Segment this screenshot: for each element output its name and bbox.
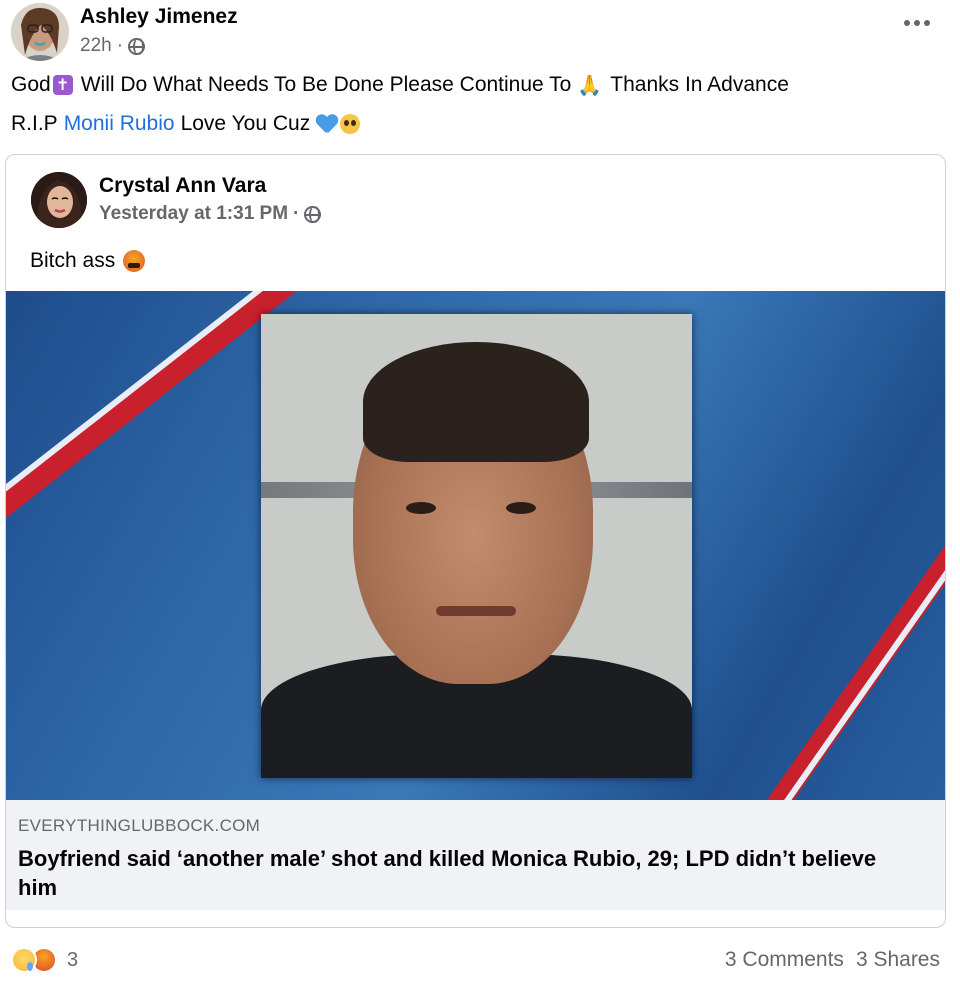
shared-post-card[interactable]: Crystal Ann Vara Yesterday at 1:31 PM · … (5, 154, 946, 928)
shared-author-avatar[interactable] (31, 172, 87, 228)
globe-icon (128, 37, 146, 55)
pray-emoji-icon: 🙏 (577, 73, 603, 97)
right-eye (506, 502, 536, 514)
post-meta: 22h · (80, 35, 146, 57)
more-horizontal-icon (904, 20, 910, 26)
author-name[interactable]: Ashley Jimenez (80, 5, 238, 29)
comments-count-link[interactable]: 3 Comments (725, 948, 844, 972)
mouth (436, 606, 516, 616)
reaction-count: 3 (67, 948, 79, 971)
link-preview-image[interactable]: i (6, 291, 945, 800)
reactions-summary[interactable]: 3 (11, 947, 78, 973)
shared-post-meta: Yesterday at 1:31 PM · (99, 203, 322, 225)
cross-emoji-icon: ✝ (52, 75, 73, 95)
author-avatar[interactable] (11, 3, 69, 61)
shared-author-name[interactable]: Crystal Ann Vara (99, 174, 266, 198)
mugshot-photo (261, 314, 692, 778)
tagged-person-link[interactable]: Monii Rubio (64, 112, 175, 136)
decorative-red-stripe-right (681, 348, 945, 800)
shared-post-time[interactable]: Yesterday at 1:31 PM (99, 203, 288, 225)
link-preview-footer[interactable]: EVERYTHINGLUBBOCK.COM Boyfriend said ‘an… (6, 800, 945, 910)
post-text-middle: Will Do What Needs To Be Done Please Con… (80, 73, 572, 96)
link-preview-title[interactable]: Boyfriend said ‘another male’ shot and k… (18, 844, 918, 902)
shared-post-text: Bitch ass (30, 249, 116, 272)
meta-separator: · (116, 35, 124, 56)
post-text-love: Love You Cuz (180, 112, 311, 135)
more-options-button[interactable] (904, 20, 930, 26)
pleading-face-emoji-icon (340, 114, 361, 134)
post-text-god: God (11, 73, 51, 96)
post-time[interactable]: 22h (80, 35, 112, 57)
shared-meta-separator: · (293, 203, 300, 224)
hair (363, 342, 589, 462)
engagement-counts: 3 Comments 3 Shares (725, 948, 940, 972)
shares-count-link[interactable]: 3 Shares (856, 948, 940, 972)
shared-avatar-portrait-icon (31, 172, 87, 228)
link-preview-domain: EVERYTHINGLUBBOCK.COM (18, 816, 261, 835)
left-eye (406, 502, 436, 514)
globe-icon (304, 205, 322, 223)
post-text-end: Thanks In Advance (610, 73, 789, 96)
sad-reaction-icon (11, 947, 37, 973)
blue-heart-emoji-icon (316, 114, 338, 134)
shared-post-text-row: Bitch ass (30, 249, 146, 273)
post-text-line-1: God ✝ Will Do What Needs To Be Done Plea… (11, 73, 789, 97)
angry-cursing-emoji-icon (123, 250, 146, 272)
avatar-portrait-icon (11, 3, 69, 61)
post-text-line-2: R.I.P Monii Rubio Love You Cuz (11, 112, 361, 136)
post-text-rip: R.I.P (11, 112, 58, 135)
